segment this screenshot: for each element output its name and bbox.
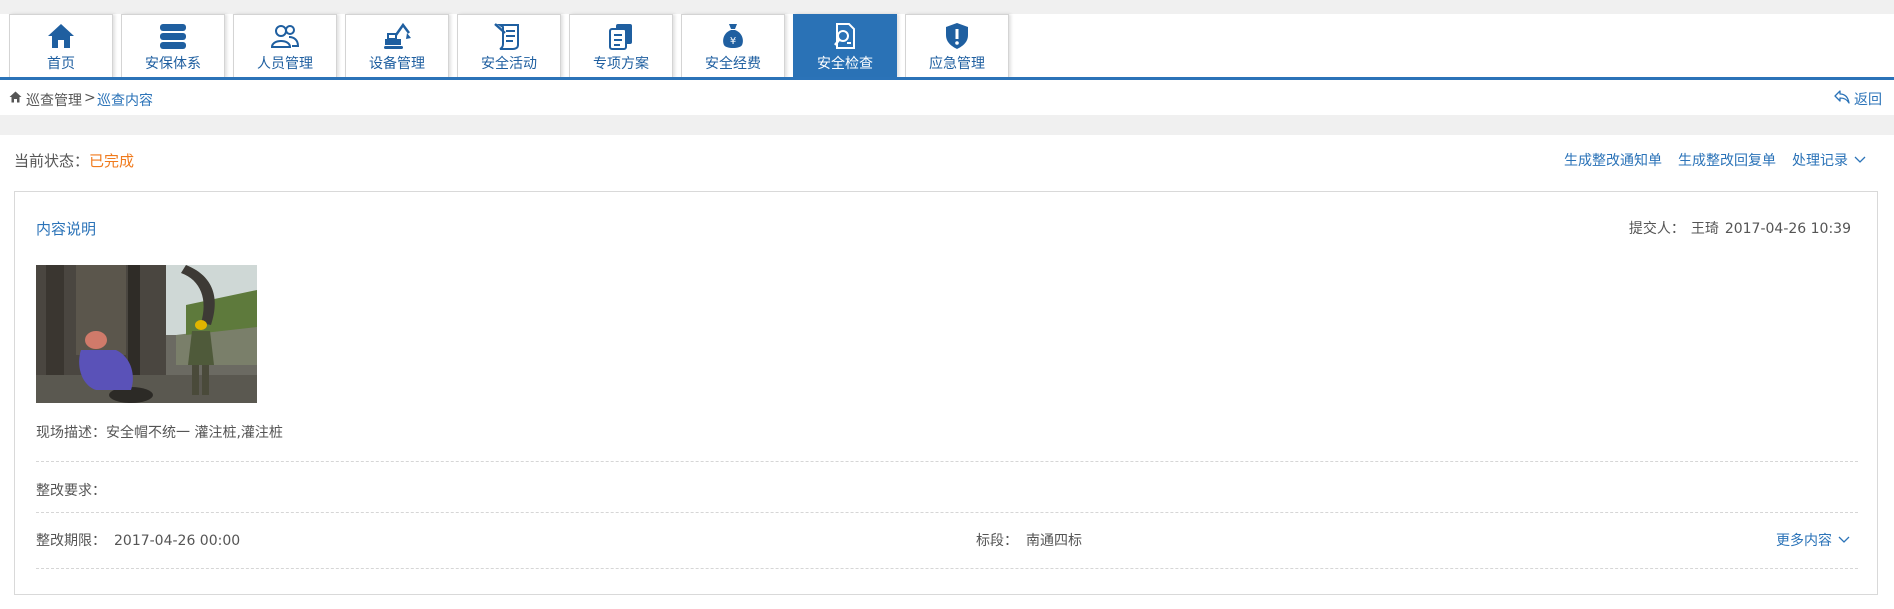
section-title: 内容说明 [36, 220, 97, 238]
tab-safety-fund[interactable]: ¥ 安全经费 [681, 14, 785, 78]
requirement-label: 整改要求： [36, 483, 106, 499]
section-field: 标段： 南通四标 [976, 530, 1082, 550]
tab-label: 专项方案 [593, 56, 649, 72]
chevron-down-icon [1854, 152, 1866, 168]
description-value: 安全帽不统一 灌注桩,灌注桩 [106, 425, 283, 441]
tab-safety-activity[interactable]: 安全活动 [457, 14, 561, 78]
scroll-document-icon [493, 21, 525, 51]
money-bag-icon: ¥ [717, 21, 749, 51]
home-icon [45, 21, 77, 51]
more-content-label: 更多内容 [1776, 533, 1832, 549]
generate-notice-button[interactable]: 生成整改通知单 [1564, 150, 1662, 170]
documents-icon [605, 21, 637, 51]
document-search-icon [829, 21, 861, 51]
breadcrumb [0, 80, 1894, 115]
breadcrumb-current[interactable]: 巡查内容 [97, 90, 153, 110]
tab-home[interactable]: 首页 [9, 14, 113, 78]
users-icon [269, 21, 301, 51]
excavator-icon [381, 21, 413, 51]
submitter-info: 提交人： 王琦 2017-04-26 10:39 [1623, 218, 1851, 238]
top-strip [0, 0, 1894, 14]
divider [36, 461, 1858, 462]
tab-emergency[interactable]: 应急管理 [905, 14, 1009, 78]
tab-personnel[interactable]: 人员管理 [233, 14, 337, 78]
tab-label: 安全活动 [481, 56, 537, 72]
description-label: 现场描述： [36, 425, 106, 441]
back-label: 返回 [1854, 92, 1882, 108]
home-small-icon [9, 91, 22, 103]
tab-safety-check[interactable]: 安全检查 [793, 14, 897, 78]
tab-label: 设备管理 [369, 56, 425, 72]
shield-alert-icon [941, 21, 973, 51]
section-value: 南通四标 [1026, 533, 1082, 549]
process-records-label: 处理记录 [1792, 153, 1848, 169]
deadline-field: 整改期限： 2017-04-26 00:00 [36, 530, 240, 550]
tab-label: 安保体系 [145, 56, 201, 72]
action-links: 生成整改通知单 生成整改回复单 处理记录 [1564, 150, 1866, 170]
site-photo[interactable] [36, 265, 257, 403]
section-label: 标段： [976, 533, 1018, 549]
tab-label: 安全经费 [705, 56, 761, 72]
tab-label: 人员管理 [257, 56, 313, 72]
separator-bar [0, 115, 1894, 135]
tab-special-plan[interactable]: 专项方案 [569, 14, 673, 78]
back-button[interactable]: 返回 [1834, 89, 1882, 109]
requirement-row: 整改要求： [36, 480, 1858, 500]
tab-security-system[interactable]: 安保体系 [121, 14, 225, 78]
breadcrumb-separator: > [84, 90, 96, 106]
submitter-name: 王琦 [1690, 221, 1719, 237]
divider [36, 512, 1858, 513]
generate-reply-button[interactable]: 生成整改回复单 [1678, 150, 1776, 170]
deadline-value: 2017-04-26 00:00 [114, 533, 241, 549]
reply-arrow-icon [1834, 90, 1850, 108]
breadcrumb-root[interactable]: 巡查管理 [26, 90, 82, 110]
svg-text:¥: ¥ [730, 36, 736, 47]
process-records-dropdown[interactable]: 处理记录 [1792, 150, 1866, 170]
description-row: 现场描述：安全帽不统一 灌注桩,灌注桩 [36, 422, 1858, 442]
submit-time: 2017-04-26 10:39 [1724, 221, 1851, 237]
current-status: 当前状态：已完成 [14, 150, 134, 171]
tab-label: 应急管理 [929, 56, 985, 72]
tab-label: 首页 [47, 56, 75, 72]
tab-equipment[interactable]: 设备管理 [345, 14, 449, 78]
submitter-label: 提交人： [1628, 221, 1685, 237]
divider [36, 568, 1858, 569]
more-content-button[interactable]: 更多内容 [1776, 530, 1850, 550]
tab-label: 安全检查 [817, 56, 873, 72]
content-card: 内容说明 提交人： 王琦 2017-04-26 10:39 现场描述：安全帽不统一 … [14, 191, 1878, 595]
deadline-label: 整改期限： [36, 533, 106, 549]
status-value: 已完成 [89, 152, 135, 170]
database-stack-icon [157, 21, 189, 51]
chevron-down-icon [1838, 532, 1850, 548]
status-label: 当前状态： [14, 152, 90, 170]
